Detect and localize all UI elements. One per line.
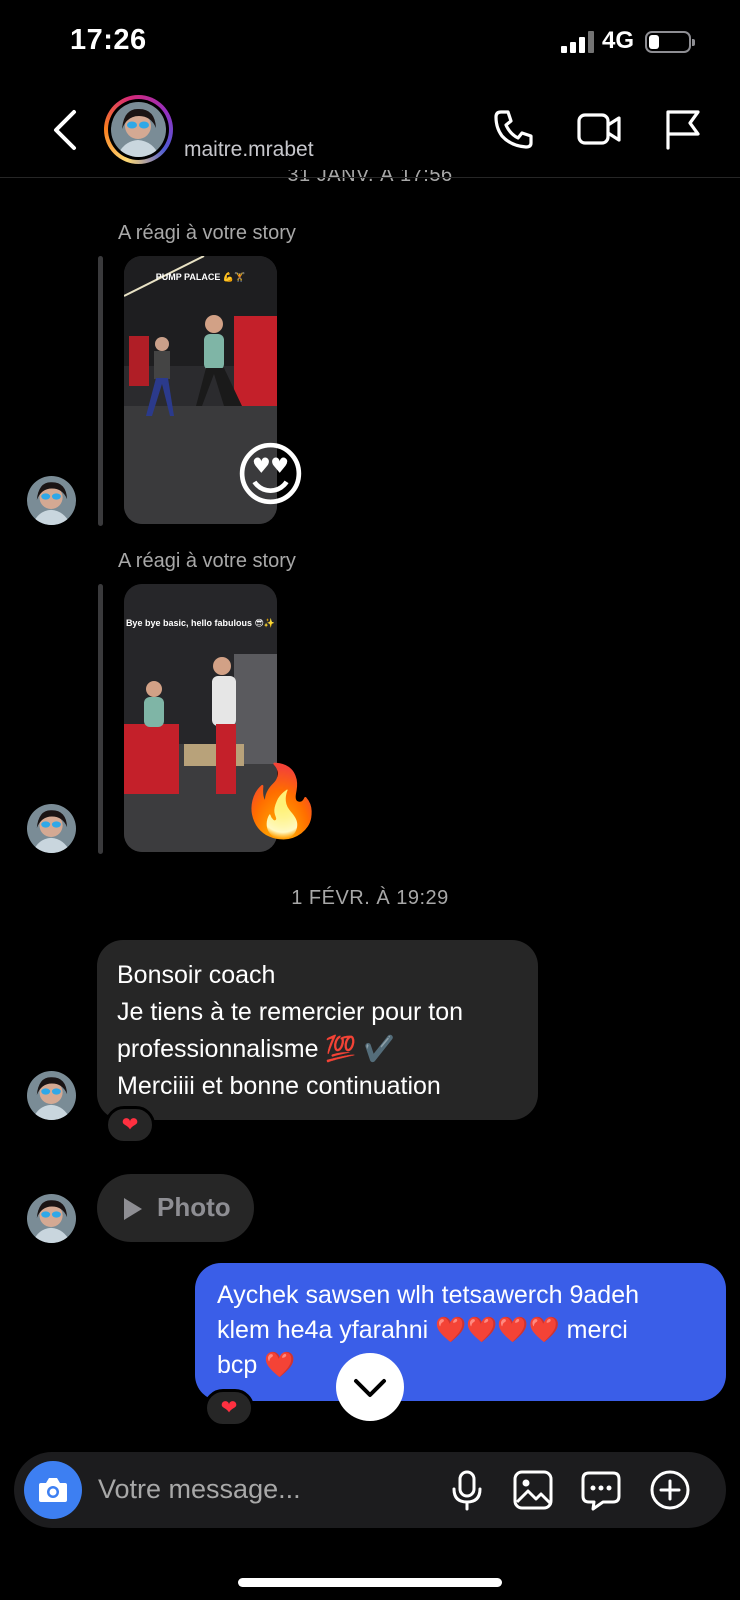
heart-reaction[interactable]: ❤	[204, 1389, 254, 1427]
message-line: Aychek sawsen wlh tetsawerch 9adeh	[217, 1281, 639, 1309]
video-call-icon[interactable]	[576, 106, 622, 152]
chevron-down-icon	[354, 1379, 386, 1397]
story-caption: Bye bye basic, hello fabulous 😎✨	[125, 618, 276, 628]
phone-call-icon[interactable]	[491, 106, 537, 152]
message-line: klem he4a yfarahni ❤️❤️❤️❤️ merci	[217, 1316, 628, 1344]
message-line: bcp ❤️	[217, 1351, 296, 1379]
back-chevron-icon[interactable]	[50, 108, 80, 152]
contact-avatar[interactable]	[104, 95, 173, 164]
sticker-chat-icon[interactable]	[579, 1468, 623, 1512]
scroll-to-bottom-button[interactable]	[336, 1353, 404, 1421]
story-reply-bar	[98, 256, 103, 526]
message-line: Je tiens à te remercier pour ton	[117, 998, 463, 1026]
add-plus-icon[interactable]	[648, 1468, 692, 1512]
play-icon	[124, 1198, 142, 1220]
camera-icon	[39, 1478, 67, 1502]
message-line: Bonsoir coach	[117, 961, 276, 989]
date-separator: 1 FÉVR. À 19:29	[291, 887, 449, 909]
story-caption: PUMP PALACE 💪🏋	[155, 272, 246, 282]
incoming-message-bubble[interactable]: Bonsoir coach Je tiens à te remercier po…	[97, 940, 538, 1120]
header-divider	[0, 177, 740, 178]
report-flag-icon[interactable]	[660, 106, 706, 152]
battery-icon	[645, 31, 695, 53]
story-reply-bar	[98, 584, 103, 854]
sender-avatar[interactable]	[27, 804, 76, 853]
message-line: professionnalisme 💯 ✔️	[117, 1035, 395, 1063]
signal-strength-icon	[561, 31, 595, 53]
photo-message[interactable]: Photo	[97, 1174, 254, 1242]
message-input[interactable]	[98, 1472, 418, 1506]
status-time: 17:26	[70, 24, 147, 56]
story-reaction-emoji: 🔥	[238, 762, 326, 840]
network-type: 4G	[602, 27, 635, 54]
sender-avatar[interactable]	[27, 476, 76, 525]
photo-label: Photo	[157, 1192, 231, 1222]
message-line: Merciiii et bonne continuation	[117, 1072, 441, 1100]
gallery-icon[interactable]	[511, 1468, 555, 1512]
heart-reaction[interactable]: ❤	[105, 1106, 155, 1144]
sender-avatar[interactable]	[27, 1194, 76, 1243]
sender-avatar[interactable]	[27, 1071, 76, 1120]
story-reaction-label: A réagi à votre story	[118, 222, 296, 244]
contact-username[interactable]: maitre.mrabet	[184, 138, 314, 162]
microphone-icon[interactable]	[445, 1468, 489, 1512]
home-indicator[interactable]	[238, 1578, 502, 1587]
date-separator: 31 JANV. À 17:56	[287, 170, 453, 186]
camera-button[interactable]	[24, 1461, 82, 1519]
outgoing-message-bubble[interactable]: Aychek sawsen wlh tetsawerch 9adeh klem …	[195, 1263, 726, 1401]
story-reaction-label: A réagi à votre story	[118, 550, 296, 572]
story-reaction-emoji: 😍	[234, 436, 307, 514]
